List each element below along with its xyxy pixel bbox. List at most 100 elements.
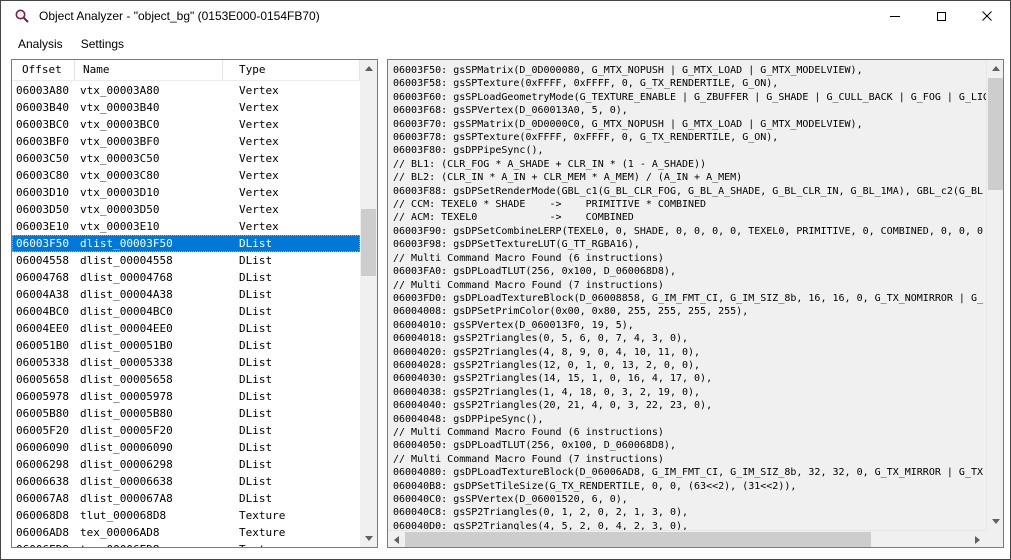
scroll-up-button[interactable] bbox=[360, 60, 377, 77]
row-offset: 06006090 bbox=[12, 439, 75, 456]
scroll-down-button[interactable] bbox=[987, 513, 1004, 530]
row-name: dlist_00005338 bbox=[75, 354, 223, 371]
row-name: dlist_00006298 bbox=[75, 456, 223, 473]
table-row[interactable]: 06003C80 vtx_00003C80 Vertex bbox=[12, 167, 360, 184]
row-offset: 06003BF0 bbox=[12, 133, 75, 150]
table-row[interactable]: 06004768 dlist_00004768 DList bbox=[12, 269, 360, 286]
row-offset: 06003C50 bbox=[12, 150, 75, 167]
title-bar[interactable]: Object Analyzer - "object_bg" (0153E000-… bbox=[1, 1, 1010, 31]
table-row[interactable]: 06005F20 dlist_00005F20 DList bbox=[12, 422, 360, 439]
code-line: 06004008: gsDPSetPrimColor(0x00, 0x80, 2… bbox=[393, 305, 986, 318]
chevron-down-icon bbox=[365, 536, 373, 541]
code-line: 060040C8: gsSP2Triangles(0, 1, 2, 0, 2, … bbox=[393, 506, 986, 519]
table-row[interactable]: 06004558 dlist_00004558 DList bbox=[12, 252, 360, 269]
code-line: 060040D0: gsSP2Triangles(4, 5, 2, 0, 4, … bbox=[393, 520, 986, 530]
table-row[interactable]: 06003A80 vtx_00003A80 Vertex bbox=[12, 82, 360, 99]
table-row[interactable]: 06003D50 vtx_00003D50 Vertex bbox=[12, 201, 360, 218]
row-offset: 06004BC0 bbox=[12, 303, 75, 320]
row-type: DList bbox=[223, 303, 360, 320]
table-row[interactable]: 06003E10 vtx_00003E10 Vertex bbox=[12, 218, 360, 235]
minimize-button[interactable] bbox=[872, 1, 918, 31]
disassembly-text[interactable]: 06003F50: gsSPMatrix(D_0D000080, G_MTX_N… bbox=[388, 60, 986, 530]
row-type: DList bbox=[223, 422, 360, 439]
row-offset: 06003F50 bbox=[12, 235, 75, 252]
menu-bar: Analysis Settings bbox=[2, 31, 1009, 58]
table-row[interactable]: 06005658 dlist_00005658 DList bbox=[12, 371, 360, 388]
table-row[interactable]: 06003C50 vtx_00003C50 Vertex bbox=[12, 150, 360, 167]
column-header-type[interactable]: Type bbox=[223, 60, 360, 80]
table-row[interactable]: 06006AD8 tex_00006AD8 Texture bbox=[12, 524, 360, 541]
row-type: DList bbox=[223, 337, 360, 354]
row-name: dlist_00004558 bbox=[75, 252, 223, 269]
scroll-up-button[interactable] bbox=[987, 60, 1004, 77]
column-header-offset[interactable]: Offset bbox=[12, 60, 75, 80]
scrollbar-thumb[interactable] bbox=[988, 78, 1003, 190]
row-offset: 06005338 bbox=[12, 354, 75, 371]
disassembly-hscrollbar[interactable] bbox=[388, 530, 986, 547]
maximize-button[interactable] bbox=[918, 1, 964, 31]
row-type: DList bbox=[223, 286, 360, 303]
table-row[interactable]: 060051B0 dlist_000051B0 DList bbox=[12, 337, 360, 354]
scrollbar-thumb[interactable] bbox=[405, 532, 871, 547]
close-button[interactable] bbox=[964, 1, 1010, 31]
table-row[interactable]: 06003BC0 vtx_00003BC0 Vertex bbox=[12, 116, 360, 133]
row-type: DList bbox=[223, 388, 360, 405]
object-list-header: Offset Name Type bbox=[12, 60, 360, 81]
table-row[interactable]: 06004A38 dlist_00004A38 DList bbox=[12, 286, 360, 303]
scroll-right-button[interactable] bbox=[969, 531, 986, 548]
row-offset: 06003B40 bbox=[12, 99, 75, 116]
code-line: 06003F58: gsSPTexture(0xFFFF, 0xFFFF, 0,… bbox=[393, 77, 986, 90]
row-name: vtx_00003BC0 bbox=[75, 116, 223, 133]
code-line: // BL1: (CLR_FOG * A_SHADE + CLR_IN * (1… bbox=[393, 158, 986, 171]
row-name: dlist_00004A38 bbox=[75, 286, 223, 303]
row-offset: 06005658 bbox=[12, 371, 75, 388]
table-row[interactable]: 06006ED8 tex_00006ED8 Texture bbox=[12, 541, 360, 547]
object-analyzer-window: Object Analyzer - "object_bg" (0153E000-… bbox=[0, 0, 1011, 560]
table-row[interactable]: 06006298 dlist_00006298 DList bbox=[12, 456, 360, 473]
row-type: Vertex bbox=[223, 133, 360, 150]
close-icon bbox=[982, 11, 992, 21]
row-name: dlist_00005F20 bbox=[75, 422, 223, 439]
code-line: 06004080: gsDPLoadTextureBlock(D_06006AD… bbox=[393, 466, 986, 479]
table-row[interactable]: 06006638 dlist_00006638 DList bbox=[12, 473, 360, 490]
table-row[interactable]: 06003F50 dlist_00003F50 DList bbox=[12, 235, 360, 252]
code-line: 06004028: gsSP2Triangles(12, 0, 1, 0, 13… bbox=[393, 359, 986, 372]
table-row[interactable]: 06006090 dlist_00006090 DList bbox=[12, 439, 360, 456]
row-name: tlut_000068D8 bbox=[75, 507, 223, 524]
table-row[interactable]: 06003BF0 vtx_00003BF0 Vertex bbox=[12, 133, 360, 150]
scrollbar-thumb[interactable] bbox=[361, 209, 376, 276]
row-offset: 060068D8 bbox=[12, 507, 75, 524]
row-name: dlist_00004768 bbox=[75, 269, 223, 286]
menu-settings[interactable]: Settings bbox=[72, 31, 133, 58]
table-row[interactable]: 060068D8 tlut_000068D8 Texture bbox=[12, 507, 360, 524]
column-header-name[interactable]: Name bbox=[75, 60, 223, 80]
disassembly-vscrollbar[interactable] bbox=[986, 60, 1003, 530]
table-row[interactable]: 060067A8 dlist_000067A8 DList bbox=[12, 490, 360, 507]
row-name: vtx_00003D50 bbox=[75, 201, 223, 218]
row-name: tex_00006ED8 bbox=[75, 541, 223, 547]
row-offset: 06003D50 bbox=[12, 201, 75, 218]
table-row[interactable]: 06003D10 vtx_00003D10 Vertex bbox=[12, 184, 360, 201]
code-line: // ACM: TEXEL0 -> COMBINED bbox=[393, 211, 986, 224]
row-name: vtx_00003C50 bbox=[75, 150, 223, 167]
menu-analysis[interactable]: Analysis bbox=[9, 31, 72, 58]
table-row[interactable]: 06005338 dlist_00005338 DList bbox=[12, 354, 360, 371]
code-line: 06004040: gsSP2Triangles(20, 21, 4, 0, 3… bbox=[393, 399, 986, 412]
window-title: Object Analyzer - "object_bg" (0153E000-… bbox=[39, 1, 320, 31]
caption-buttons bbox=[872, 1, 1010, 31]
table-row[interactable]: 06005B80 dlist_00005B80 DList bbox=[12, 405, 360, 422]
table-row[interactable]: 06003B40 vtx_00003B40 Vertex bbox=[12, 99, 360, 116]
table-row[interactable]: 06004EE0 dlist_00004EE0 DList bbox=[12, 320, 360, 337]
chevron-down-icon bbox=[992, 519, 1000, 524]
table-row[interactable]: 06004BC0 dlist_00004BC0 DList bbox=[12, 303, 360, 320]
row-name: vtx_00003A80 bbox=[75, 82, 223, 99]
row-type: DList bbox=[223, 439, 360, 456]
scroll-left-button[interactable] bbox=[388, 531, 405, 548]
object-list-scrollbar[interactable] bbox=[360, 60, 377, 547]
scroll-down-button[interactable] bbox=[360, 530, 377, 547]
row-name: dlist_000051B0 bbox=[75, 337, 223, 354]
code-line: 06003F70: gsSPMatrix(D_0D0000C0, G_MTX_N… bbox=[393, 118, 986, 131]
object-list-panel: Offset Name Type 06003A80 vtx_00003A80 V… bbox=[11, 59, 378, 548]
table-row[interactable]: 06005978 dlist_00005978 DList bbox=[12, 388, 360, 405]
code-line: 06004038: gsSP2Triangles(1, 4, 18, 0, 3,… bbox=[393, 386, 986, 399]
